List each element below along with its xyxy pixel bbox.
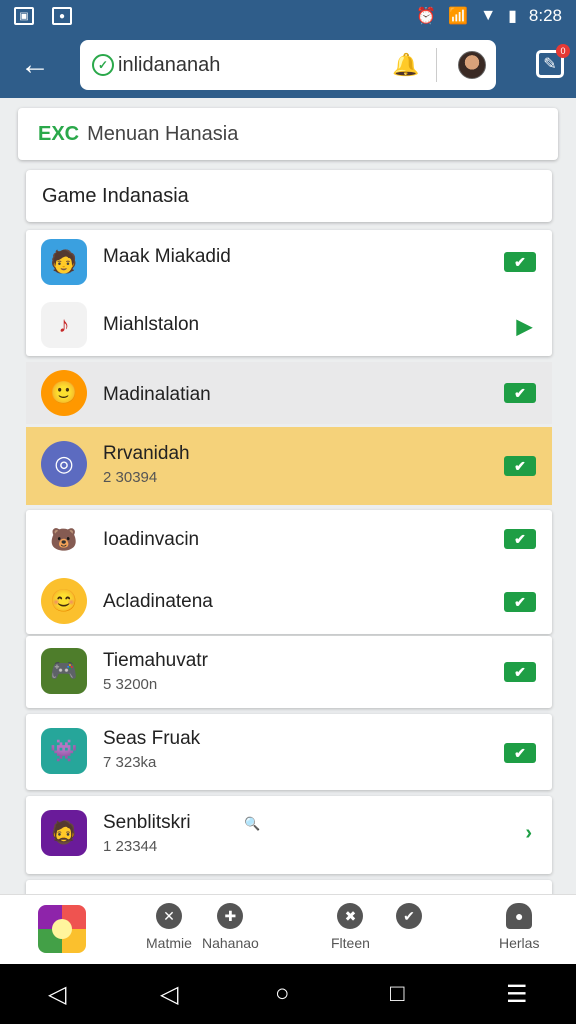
search-input[interactable]: inlidananah (118, 54, 220, 77)
recents-icon[interactable]: □ (390, 980, 405, 1008)
list-item[interactable]: 🎮 Tiemahuvatr 5 3200n ✔ (26, 636, 552, 708)
item-name: Madinalatian (103, 384, 211, 405)
nav-label: Matmie (146, 935, 192, 951)
music-note-icon: ♪ (41, 302, 87, 348)
nav-label: Flteen (331, 935, 370, 951)
home-icon[interactable]: ○ (275, 980, 290, 1008)
app-notification-icon: ● (52, 7, 72, 25)
notification-bell-icon[interactable]: 🔔 (392, 52, 419, 78)
nav-item-matmie[interactable]: ✕ Matmie (146, 903, 192, 951)
portrait-game-icon: 🧔 (41, 810, 87, 856)
list-item[interactable]: ♪ Miahlstalon ▶ (26, 294, 552, 356)
nav-item-check[interactable]: ✔ (396, 903, 422, 929)
check-icon[interactable]: ✔ (504, 592, 536, 612)
signal-icon: 📶 (448, 8, 469, 25)
item-name: Senblitskri (103, 812, 191, 833)
search-divider (436, 48, 437, 82)
nav-item-flteen[interactable]: ✖ Flteen (331, 903, 370, 951)
page-title: Menuan Hanasia (87, 122, 239, 145)
battery-icon: ▮ (508, 8, 517, 25)
section-title: Game Indanasia (42, 184, 189, 207)
list-item[interactable]: 🧑 Maak Miakadid ✔ (26, 230, 552, 294)
notification-badge: 0 (556, 44, 570, 58)
page-header: EXC Menuan Hanasia (18, 108, 558, 160)
item-name: Rrvanidah (103, 443, 190, 464)
bear-icon: 🐻 (41, 517, 87, 563)
back-alt-icon[interactable]: ◁ (160, 980, 178, 1009)
pixel-character-icon: 👾 (41, 728, 87, 774)
keyboard-switch-icon[interactable]: ☰ (506, 980, 528, 1009)
gamepad-icon: ✚ (217, 903, 244, 929)
game-avatar-icon: 🧑 (41, 239, 87, 285)
list-item[interactable]: 🧔 Senblitskri 1 23344 🔍 › (26, 796, 552, 874)
list-item[interactable]: 😊 Acladinatena ✔ (26, 570, 552, 634)
list-item[interactable]: 🙂 Madinalatian ✔ (26, 362, 552, 424)
avatar[interactable] (458, 51, 486, 79)
check-icon[interactable]: ✔ (504, 662, 536, 682)
clock: 8:28 (528, 6, 562, 25)
check-icon[interactable]: ✔ (504, 743, 536, 763)
app-bar: ← ✓ inlidananah 🔔 ✎ 0 (0, 32, 576, 98)
chevron-right-icon[interactable]: › (525, 822, 532, 845)
chat-bubble-icon: ◎ (41, 441, 87, 487)
item-name: Miahlstalon (103, 314, 200, 335)
section-header: Game Indanasia (26, 170, 552, 222)
check-circle-icon: ✔ (396, 903, 422, 929)
search-logo-icon: ✓ (92, 54, 114, 76)
character-icon: 🙂 (41, 370, 87, 416)
wifi-icon: ▼ (480, 7, 497, 24)
app-launcher-icon[interactable] (38, 905, 86, 953)
system-navigation-bar: ◁ ◁ ○ □ ☰ (0, 964, 576, 1024)
nav-label: Herlas (499, 935, 540, 951)
item-count: 5 3200n (103, 676, 158, 693)
list-item[interactable]: 🐻 Ioadinvacin ✔ (26, 510, 552, 570)
search-small-icon: 🔍 (244, 816, 261, 831)
check-icon[interactable]: ✔ (504, 383, 536, 403)
pixel-game-icon: 🎮 (41, 648, 87, 694)
item-name: Maak Miakadid (103, 246, 231, 267)
smiley-icon: 😊 (41, 578, 87, 624)
bottom-navigation: ✕ Matmie ✚ Nahanao ✖ Flteen ✔ ● Herlas (0, 894, 576, 964)
play-store-icon[interactable]: ▶ (517, 314, 532, 339)
nav-label: Nahanao (202, 935, 259, 951)
alarm-icon: ⏰ (416, 8, 437, 25)
check-icon[interactable]: ✔ (504, 529, 536, 549)
screenshot-notification-icon: ▣ (14, 7, 34, 25)
nav-item-herlas[interactable]: ● Herlas (499, 903, 539, 951)
tools-icon: ✖ (337, 903, 364, 929)
item-count: 1 23344 (103, 838, 158, 855)
tag-icon: ✕ (155, 903, 182, 929)
status-bar: ▣ ● ⏰ 📶 ▼ ▮ 8:28 (0, 0, 576, 32)
item-name: Acladinatena (103, 591, 213, 612)
check-icon[interactable]: ✔ (504, 252, 536, 272)
back-arrow-icon[interactable]: ← (0, 48, 70, 82)
list-item[interactable]: 👾 Seas Fruak 7 323ka ✔ (26, 714, 552, 790)
item-name: Tiemahuvatr (103, 650, 208, 671)
item-count: 2 30394 (103, 469, 158, 486)
item-name: Seas Fruak (103, 728, 201, 749)
nav-item-nahanao[interactable]: ✚ Nahanao (202, 903, 259, 951)
item-count: 7 323ka (103, 754, 157, 771)
search-bar[interactable]: ✓ inlidananah 🔔 (80, 40, 496, 90)
check-icon[interactable]: ✔ (504, 456, 536, 476)
header-tag: EXC (38, 122, 80, 145)
item-name: Ioadinvacin (103, 529, 200, 550)
list-item-highlighted[interactable]: ◎ Rrvanidah 2 30394 ✔ (26, 427, 552, 505)
person-icon: ● (506, 903, 533, 929)
back-icon[interactable]: ◁ (48, 980, 66, 1009)
